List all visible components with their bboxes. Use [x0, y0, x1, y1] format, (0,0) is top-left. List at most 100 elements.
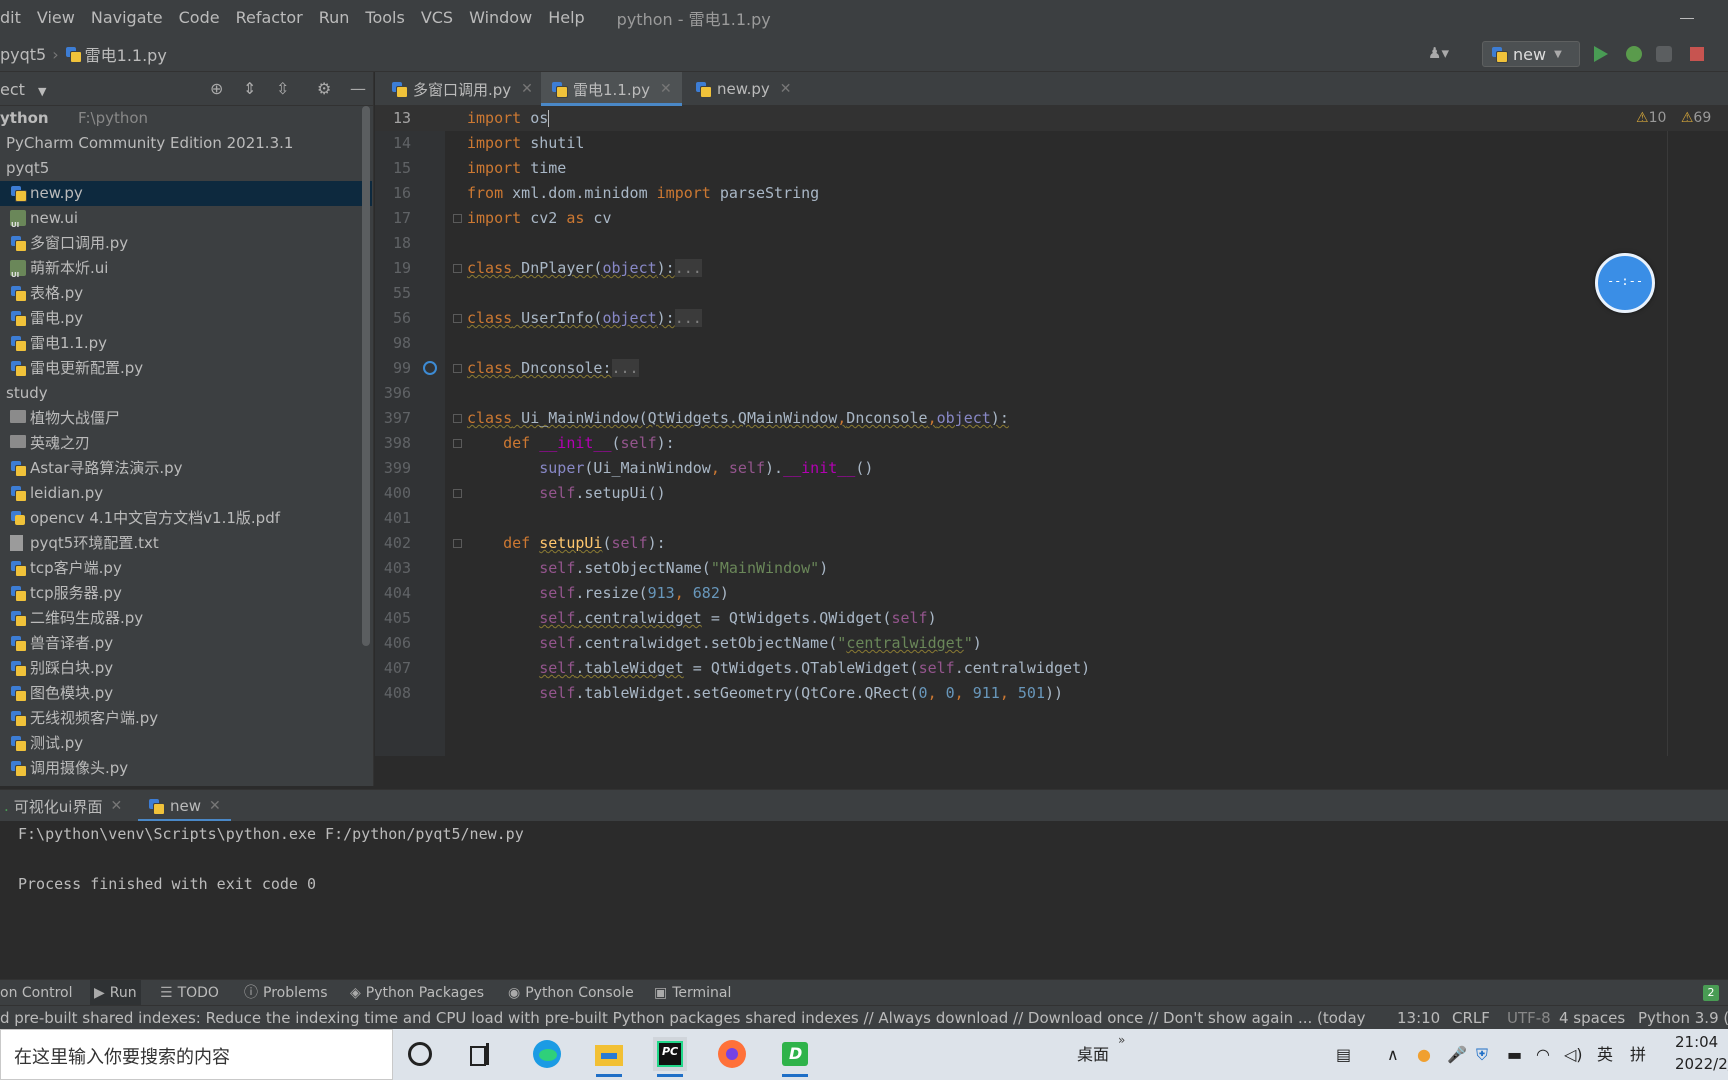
hide-panel-icon[interactable]: — — [350, 80, 366, 98]
volume-icon[interactable]: ◁) — [1564, 1029, 1583, 1080]
code-line[interactable]: 403 self.setObjectName("MainWindow") — [375, 556, 1728, 581]
project-view-selector[interactable]: ect ▼ — [0, 80, 46, 99]
show-hidden-icons-icon[interactable]: ∧ — [1387, 1029, 1399, 1080]
expand-fold-icon[interactable] — [453, 314, 462, 323]
code-line[interactable]: 14 import shutil — [375, 131, 1728, 156]
fold-icon[interactable] — [453, 439, 462, 448]
run-tab-active[interactable]: new ✕ — [138, 790, 231, 822]
project-tree-item[interactable]: pyqt5环境配置.txt — [0, 531, 372, 556]
project-tree-item[interactable]: 表格.py — [0, 281, 372, 306]
fold-icon[interactable] — [453, 214, 462, 223]
project-tree-item[interactable]: 雷电更新配置.py — [0, 356, 372, 381]
tool-problems[interactable]: ⓘ Problems — [244, 980, 328, 1006]
project-tree-item[interactable]: Astar寻路算法演示.py — [0, 456, 372, 481]
code-line[interactable]: 405 self.centralwidget = QtWidgets.QWidg… — [375, 606, 1728, 631]
floating-timer-widget[interactable]: --:-- — [1595, 253, 1655, 313]
project-tree-item[interactable]: leidian.py — [0, 481, 372, 506]
expand-all-icon[interactable]: ⇕ — [243, 80, 256, 98]
project-tree-item[interactable]: 雷电1.1.py — [0, 331, 372, 356]
inspection-widget[interactable]: ⚠10 ⚠69 — [1636, 110, 1711, 126]
file-encoding[interactable]: UTF-8 — [1507, 1006, 1551, 1030]
project-tree-item[interactable]: tcp客户端.py — [0, 556, 372, 581]
code-line[interactable]: 407 self.tableWidget = QtWidgets.QTableW… — [375, 656, 1728, 681]
ldplayer-icon[interactable] — [778, 1037, 812, 1077]
tool-terminal[interactable]: ▣ Terminal — [654, 980, 731, 1006]
menu-run[interactable]: Run — [311, 0, 358, 36]
menu-navigate[interactable]: Navigate — [83, 0, 171, 36]
menu-refactor[interactable]: Refactor — [228, 0, 311, 36]
close-icon[interactable]: ✕ — [521, 81, 533, 97]
project-tree-item[interactable]: 测试.py — [0, 731, 372, 756]
cortana-icon[interactable] — [408, 1042, 432, 1066]
code-line[interactable]: 15 import time — [375, 156, 1728, 181]
scrollbar[interactable] — [362, 106, 370, 646]
code-line[interactable]: 408 self.tableWidget.setGeometry(QtCore.… — [375, 681, 1728, 706]
code-line[interactable]: 55 — [375, 281, 1728, 306]
close-icon[interactable]: ✕ — [780, 81, 792, 97]
microphone-icon[interactable]: 🎤 — [1447, 1029, 1467, 1080]
code-line[interactable]: 404 self.resize(913, 682) — [375, 581, 1728, 606]
project-tree-item[interactable]: opencv 4.1中文官方文档v1.1版.pdf — [0, 506, 372, 531]
clock-time[interactable]: 21:04 — [1675, 1033, 1718, 1051]
code-line[interactable]: 398 def __init__(self): — [375, 431, 1728, 456]
editor-tab[interactable]: 多窗口调用.py ✕ — [381, 72, 543, 106]
project-tree-item[interactable]: 兽音译者.py — [0, 631, 372, 656]
project-tree-item[interactable]: study — [0, 381, 372, 406]
task-view-icon[interactable] — [470, 1043, 492, 1066]
project-tree-item[interactable]: 雷电.py — [0, 306, 372, 331]
user-account-icon[interactable]: ♟▾ — [1428, 44, 1460, 64]
project-tree-item[interactable]: PyCharm Community Edition 2021.3.1 — [0, 131, 372, 156]
code-line[interactable]: 396 — [375, 381, 1728, 406]
project-tree-item[interactable]: 植物大战僵尸 — [0, 406, 372, 431]
code-editor[interactable]: 13 import os 14 import shutil 15 import tim… — [375, 106, 1728, 756]
code-line[interactable]: 98 — [375, 331, 1728, 356]
project-tree-item[interactable]: 萌新本炘.ui — [0, 256, 372, 288]
project-tree-item[interactable]: pyqt5 — [0, 156, 372, 181]
project-tree-item[interactable]: 别踩白块.py — [0, 656, 372, 681]
caret-position[interactable]: 13:10 — [1397, 1006, 1440, 1030]
fold-icon[interactable] — [453, 414, 462, 423]
code-line[interactable]: 18 — [375, 231, 1728, 256]
run-tab[interactable]: . 可视化ui界面 ✕ — [4, 790, 122, 822]
fold-icon[interactable] — [453, 489, 462, 498]
project-tree-item[interactable]: 无线视频客户端.py — [0, 706, 372, 731]
project-tree-item[interactable]: 图色模块.py — [0, 681, 372, 706]
run-console-output[interactable]: F:\python\venv\Scripts\python.exe F:/pyt… — [0, 821, 1728, 977]
line-separator[interactable]: CRLF — [1452, 1006, 1490, 1030]
status-message[interactable]: d pre-built shared indexes: Reduce the i… — [0, 1006, 1370, 1030]
tool-python-console[interactable]: ◉ Python Console — [508, 980, 634, 1006]
menu-window[interactable]: Window — [461, 0, 540, 36]
ime-language[interactable]: 英 — [1597, 1029, 1613, 1080]
pycharm-icon[interactable] — [653, 1037, 687, 1077]
code-line[interactable]: 17 import cv2 as cv — [375, 206, 1728, 231]
project-tree-item[interactable]: new.py — [0, 181, 372, 206]
project-tree-item[interactable]: 英魂之刃 — [0, 431, 372, 456]
tool-todo[interactable]: ☰ TODO — [160, 980, 219, 1006]
close-icon[interactable]: ✕ — [660, 81, 672, 97]
fold-icon[interactable] — [453, 539, 462, 548]
code-line[interactable]: 99 class Dnconsole:... — [375, 356, 1728, 381]
toolbar-expand-icon[interactable]: » — [1118, 1015, 1125, 1066]
project-tree-item[interactable]: new.ui — [0, 206, 372, 238]
close-icon[interactable]: ✕ — [110, 798, 122, 814]
project-tree-item[interactable]: 多窗口调用.py — [0, 231, 372, 256]
security-shield-icon[interactable]: ⛨ — [1476, 1029, 1488, 1080]
run-with-coverage-icon[interactable] — [1656, 46, 1672, 62]
clock-date[interactable]: 2022/2/ — [1675, 1055, 1728, 1073]
tool-run[interactable]: ▶ Run — [90, 980, 141, 1006]
ime-mode[interactable]: 拼 — [1630, 1029, 1646, 1080]
battery-icon[interactable]: ▬ — [1507, 1029, 1522, 1080]
minimize-button[interactable] — [1680, 8, 1694, 26]
implemented-marker-icon[interactable] — [423, 361, 437, 375]
code-line[interactable]: 16 from xml.dom.minidom import parseStrin… — [375, 181, 1728, 206]
code-line[interactable]: 56 class UserInfo(object):... — [375, 306, 1728, 331]
code-line[interactable]: 19 class DnPlayer(object):... — [375, 256, 1728, 281]
project-tree-item[interactable]: 二维码生成器.py — [0, 606, 372, 631]
close-icon[interactable]: ✕ — [209, 798, 221, 814]
run-icon[interactable] — [1594, 46, 1608, 62]
editor-tab[interactable]: new.py ✕ — [685, 72, 802, 106]
indent-setting[interactable]: 4 spaces — [1559, 1006, 1625, 1030]
wifi-icon[interactable]: ◠ — [1536, 1029, 1550, 1080]
expand-fold-icon[interactable] — [453, 364, 462, 373]
stop-icon[interactable] — [1690, 47, 1704, 61]
